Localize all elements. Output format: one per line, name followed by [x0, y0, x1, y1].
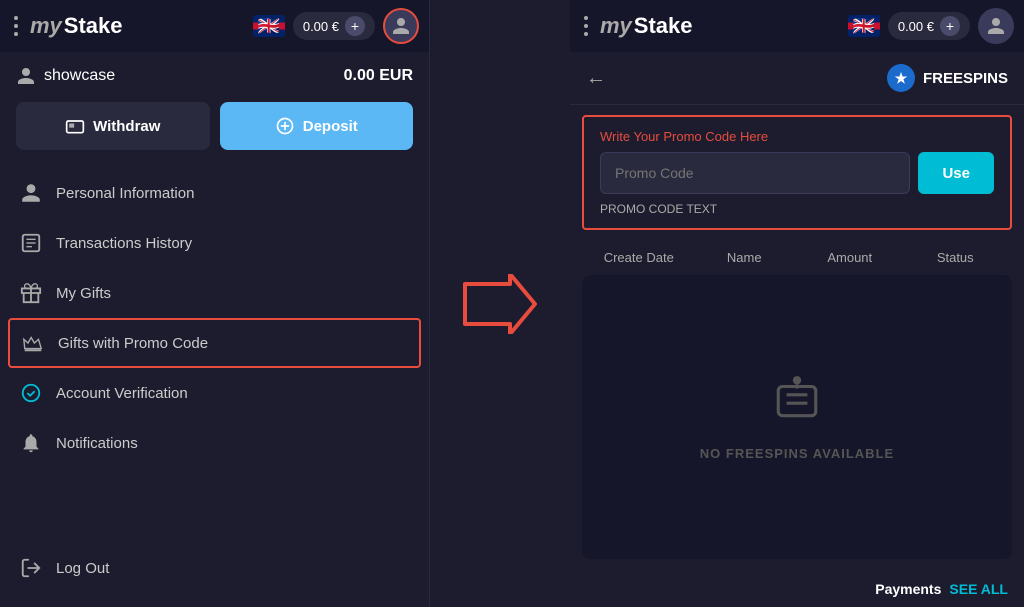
col-create-date: Create Date [586, 250, 692, 265]
freespins-title: ★ FREESPINS [887, 64, 1008, 92]
see-all-link[interactable]: SEE ALL [949, 581, 1008, 597]
user-info: showcase 0.00 EUR [0, 52, 429, 96]
transactions-icon [20, 232, 42, 254]
promo-input-row: Use [600, 152, 994, 194]
balance-box-left: 0.00 € + [293, 12, 375, 40]
add-funds-btn-right[interactable]: + [940, 16, 960, 36]
avatar-btn-left[interactable] [383, 8, 419, 44]
arrow-section [430, 0, 570, 607]
col-amount: Amount [797, 250, 903, 265]
action-buttons: Withdraw Deposit [0, 96, 429, 164]
sidebar-item-my-gifts[interactable]: My Gifts [0, 268, 429, 318]
my-gifts-label: My Gifts [56, 285, 111, 302]
right-topbar: my Stake 🇬🇧 0.00 € + [570, 0, 1024, 52]
promo-label: Write Your Promo Code Here [600, 129, 994, 144]
col-name: Name [692, 250, 798, 265]
table-headers: Create Date Name Amount Status [570, 240, 1024, 275]
payments-label: Payments [875, 581, 941, 597]
personal-info-icon [20, 182, 42, 204]
sidebar-item-gifts-promo[interactable]: Gifts with Promo Code [8, 318, 421, 368]
personal-info-label: Personal Information [56, 185, 194, 202]
deposit-button[interactable]: Deposit [220, 102, 414, 150]
sidebar-item-logout[interactable]: Log Out [0, 543, 429, 593]
promo-code-text: PROMO CODE TEXT [600, 202, 994, 216]
sidebar-item-notifications[interactable]: Notifications [0, 418, 429, 468]
menu-dots-left[interactable] [10, 12, 22, 40]
deposit-icon [275, 116, 295, 136]
user-name-section: showcase [16, 66, 115, 86]
menu-list: Personal Information Transactions Histor… [0, 164, 429, 607]
logo-right: my Stake [600, 13, 840, 39]
no-freespins-text: NO FREESPINS AVAILABLE [700, 446, 894, 461]
person-icon-right [986, 16, 1006, 36]
menu-dots-right[interactable] [580, 12, 592, 40]
empty-state: NO FREESPINS AVAILABLE [582, 275, 1012, 559]
logout-label: Log Out [56, 560, 109, 577]
sidebar-item-transactions-history[interactable]: Transactions History [0, 218, 429, 268]
promo-code-section: Write Your Promo Code Here Use PROMO COD… [582, 115, 1012, 230]
right-panel: my Stake 🇬🇧 0.00 € + ← ★ FREESPINS Write… [570, 0, 1024, 607]
balance-value-left: 0.00 € [303, 19, 339, 34]
gifts-promo-label: Gifts with Promo Code [58, 335, 208, 352]
user-avatar-icon [16, 66, 36, 86]
gifts-icon [20, 282, 42, 304]
payments-footer: Payments SEE ALL [570, 571, 1024, 607]
sidebar-item-account-verification[interactable]: Account Verification [0, 368, 429, 418]
notifications-label: Notifications [56, 435, 138, 452]
freespins-header: ← ★ FREESPINS [570, 52, 1024, 105]
col-status: Status [903, 250, 1009, 265]
left-panel: my Stake 🇬🇧 0.00 € + showcase 0.00 EUR [0, 0, 430, 607]
person-icon-left [391, 16, 411, 36]
logout-icon [20, 557, 42, 579]
user-balance-text: 0.00 EUR [344, 67, 413, 85]
transactions-label: Transactions History [56, 235, 192, 252]
crown-icon [22, 332, 44, 354]
use-promo-button[interactable]: Use [918, 152, 994, 194]
left-topbar: my Stake 🇬🇧 0.00 € + [0, 0, 429, 52]
back-button[interactable]: ← [586, 67, 606, 90]
notifications-icon [20, 432, 42, 454]
balance-value-right: 0.00 € [898, 19, 934, 34]
logo-left: my Stake [30, 13, 245, 39]
freespins-star-icon: ★ [887, 64, 915, 92]
sidebar-item-personal-information[interactable]: Personal Information [0, 168, 429, 218]
balance-box-right: 0.00 € + [888, 12, 970, 40]
withdraw-button[interactable]: Withdraw [16, 102, 210, 150]
freespins-title-text: FREESPINS [923, 70, 1008, 87]
flag-icon-right[interactable]: 🇬🇧 [848, 15, 880, 37]
verification-icon [20, 382, 42, 404]
avatar-btn-right[interactable] [978, 8, 1014, 44]
add-funds-btn-left[interactable]: + [345, 16, 365, 36]
withdraw-icon [65, 116, 85, 136]
account-verification-label: Account Verification [56, 385, 188, 402]
username-text: showcase [44, 67, 115, 85]
no-freespins-icon [772, 374, 822, 434]
flag-icon-left[interactable]: 🇬🇧 [253, 15, 285, 37]
right-content: ← ★ FREESPINS Write Your Promo Code Here… [570, 52, 1024, 607]
right-arrow-icon [455, 274, 545, 334]
promo-code-input[interactable] [600, 152, 910, 194]
